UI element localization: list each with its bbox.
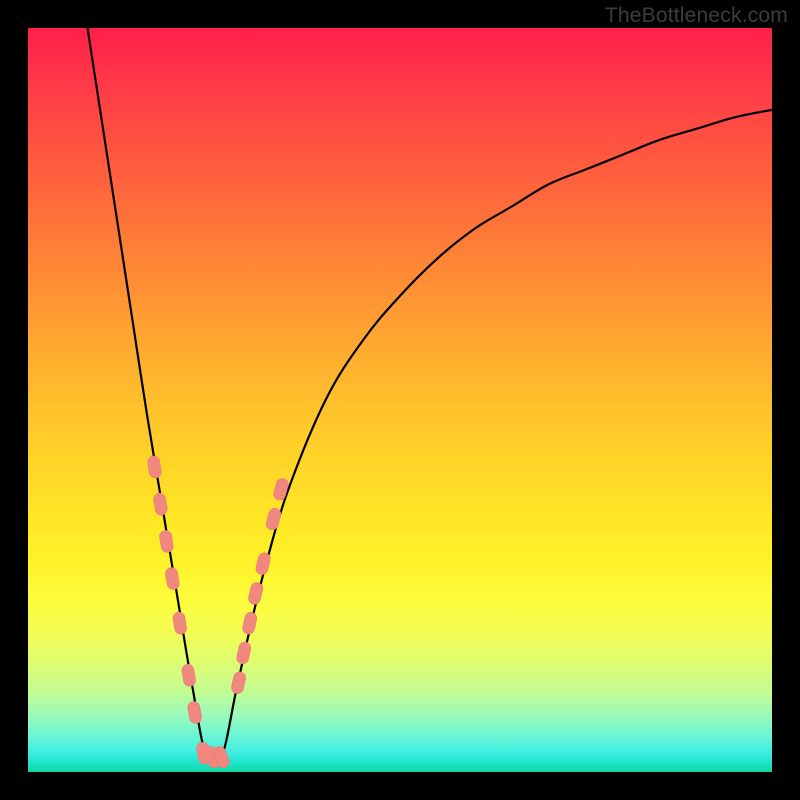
curve-marker	[172, 611, 187, 635]
curve-marker	[187, 701, 203, 725]
curve-marker	[159, 530, 174, 554]
curve-marker	[181, 663, 196, 687]
curve-marker	[255, 552, 272, 576]
marker-layer	[147, 455, 290, 769]
plot-area	[28, 28, 772, 772]
curve-marker	[147, 455, 162, 479]
chart-svg	[28, 28, 772, 772]
curve-marker	[272, 477, 289, 501]
bottleneck-curve	[88, 28, 772, 767]
curve-marker	[153, 492, 168, 516]
curve-marker	[265, 507, 282, 531]
curve-marker	[247, 581, 264, 605]
watermark-text: TheBottleneck.com	[605, 4, 788, 28]
chart-frame: TheBottleneck.com	[0, 0, 800, 800]
curve-layer	[88, 28, 772, 767]
curve-marker	[230, 671, 246, 695]
curve-marker	[236, 641, 252, 665]
curve-marker	[165, 567, 180, 591]
curve-marker	[241, 611, 257, 635]
